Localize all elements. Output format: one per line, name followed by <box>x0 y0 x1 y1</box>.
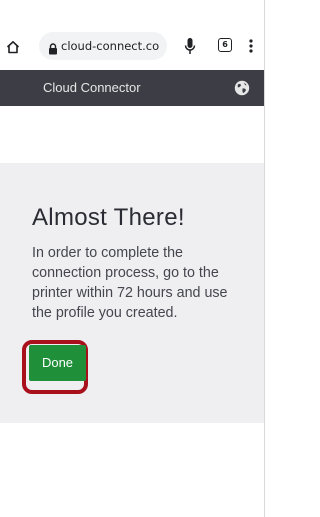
lock-icon <box>48 40 58 55</box>
home-icon[interactable] <box>6 39 20 54</box>
app-header: Cloud Connector <box>0 70 264 106</box>
tabs-icon[interactable]: 6 <box>218 38 232 52</box>
address-bar[interactable]: cloud-connect.co <box>39 32 167 60</box>
page-title: Almost There! <box>32 204 185 231</box>
more-vert-icon[interactable] <box>247 38 255 54</box>
globe-icon[interactable] <box>234 80 250 96</box>
mic-icon[interactable] <box>183 37 197 55</box>
confirmation-panel: Almost There! In order to complete the c… <box>0 163 264 423</box>
app-title: Cloud Connector <box>43 80 141 95</box>
browser-window: cloud-connect.co 6 Cloud Connector Almos… <box>0 0 265 517</box>
done-button[interactable]: Done <box>29 345 86 381</box>
url-text[interactable]: cloud-connect.co <box>61 38 165 54</box>
browser-toolbar: cloud-connect.co 6 <box>0 0 264 70</box>
instructions-text: In order to complete the connection proc… <box>32 245 228 321</box>
